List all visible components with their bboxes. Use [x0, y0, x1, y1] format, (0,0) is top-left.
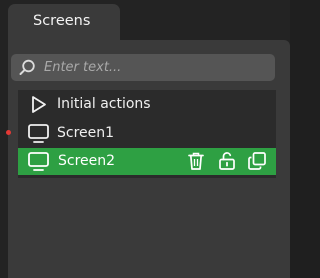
- trash-icon[interactable]: [186, 151, 206, 171]
- play-icon: [32, 96, 46, 113]
- list-item-screen1[interactable]: Screen1: [18, 120, 276, 147]
- duplicate-icon[interactable]: [247, 151, 267, 171]
- monitor-icon: [28, 152, 49, 171]
- monitor-icon: [28, 124, 49, 143]
- search-icon: [19, 59, 35, 75]
- list-item-screen2[interactable]: Screen2: [18, 148, 276, 175]
- modified-indicator-dot: [6, 130, 11, 135]
- screens-window: Screens Initial actions Screen1 Screen2: [0, 0, 290, 278]
- list-item-initial-actions[interactable]: Initial actions: [18, 91, 276, 118]
- search-input[interactable]: [44, 57, 264, 77]
- tab-title: Screens: [33, 13, 91, 29]
- search-box[interactable]: [11, 54, 275, 81]
- tab-screens[interactable]: Screens: [8, 4, 120, 40]
- list-item-label: Initial actions: [57, 96, 151, 112]
- list-item-label: Screen2: [58, 153, 116, 169]
- unlock-icon[interactable]: [217, 151, 237, 171]
- list-item-label: Screen1: [57, 125, 115, 141]
